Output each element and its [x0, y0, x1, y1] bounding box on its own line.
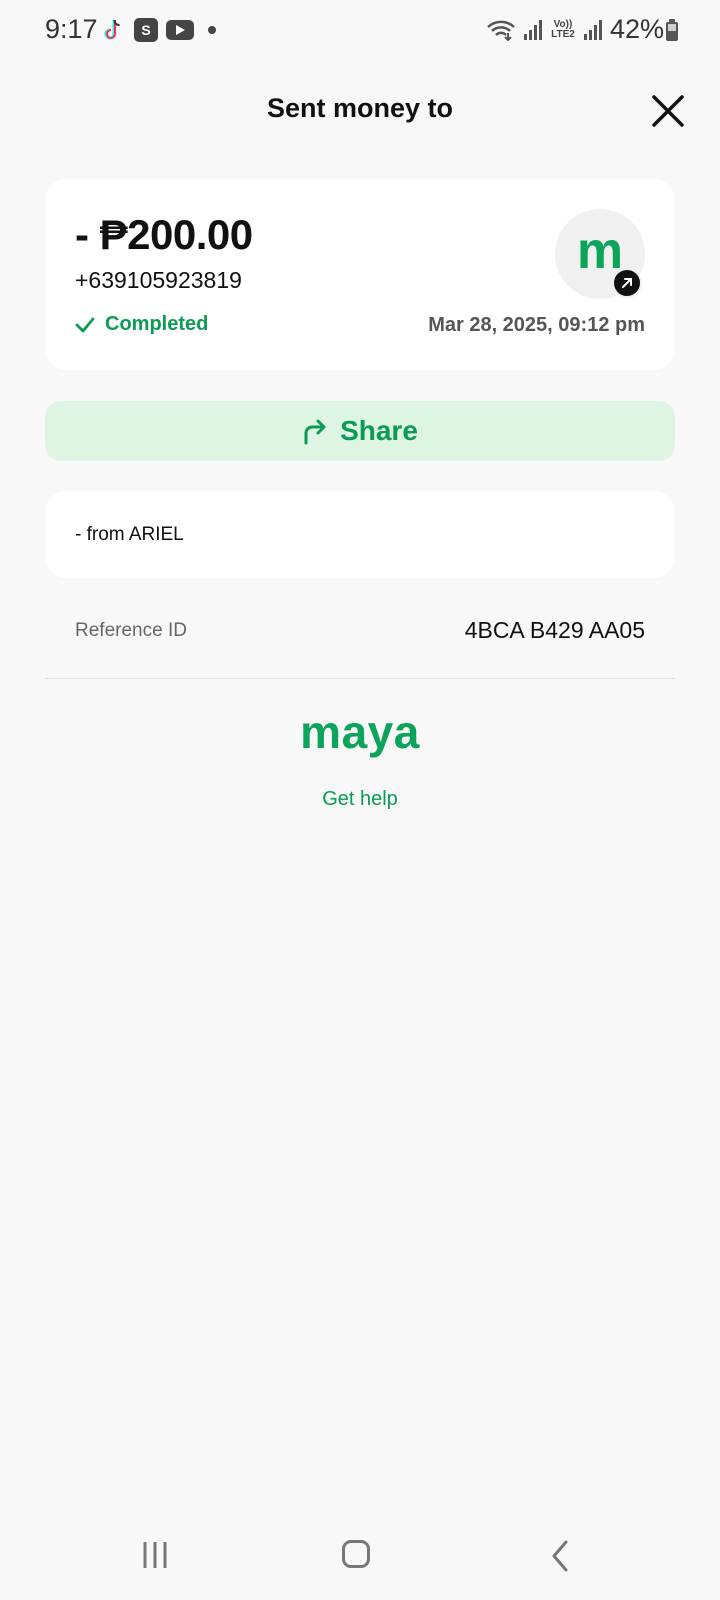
message-card: - from ARIEL	[45, 491, 675, 578]
get-help-link[interactable]: Get help	[0, 788, 720, 811]
status-right: Vo)) LTE2 42%	[486, 14, 664, 45]
transaction-datetime: Mar 28, 2025, 09:12 pm	[428, 314, 645, 336]
status-bar: 9:17 S Vo)) LTE2 42%	[0, 0, 720, 64]
amount: - ₱200.00	[75, 211, 253, 258]
more-notifications-dot	[208, 26, 216, 34]
avatar: m	[555, 209, 645, 299]
status-badge: Completed	[75, 313, 208, 336]
reference-value: 4BCA B429 AA05	[464, 617, 645, 643]
reference-label: Reference ID	[75, 620, 187, 641]
message-text: - from ARIEL	[75, 524, 184, 545]
share-icon	[304, 419, 326, 445]
share-button[interactable]: Share	[45, 401, 675, 461]
recipient-number: +639105923819	[75, 267, 242, 293]
transaction-card: - ₱200.00 +639105923819 Completed Mar 28…	[45, 179, 675, 370]
maya-logo: maya	[300, 706, 420, 758]
page-title: Sent money to	[266, 93, 454, 123]
status-time: 9:17	[45, 14, 98, 44]
notification-icons: S	[102, 18, 216, 42]
battery-percent: 42%	[609, 14, 664, 44]
tiktok-icon	[102, 18, 126, 42]
send-arrow-icon	[612, 268, 642, 298]
signal-icon	[523, 19, 542, 40]
divider	[45, 678, 675, 679]
check-icon	[75, 317, 95, 332]
home-icon[interactable]	[342, 1540, 370, 1568]
status-text: Completed	[105, 313, 209, 335]
share-label: Share	[340, 415, 418, 446]
battery-icon	[666, 19, 678, 41]
wifi-icon	[487, 20, 515, 41]
shopee-icon: S	[134, 18, 158, 42]
close-icon[interactable]	[650, 93, 686, 129]
system-nav-bar	[0, 1520, 720, 1590]
back-icon[interactable]	[550, 1540, 570, 1572]
youtube-icon	[166, 20, 194, 40]
recent-apps-icon[interactable]	[140, 1540, 170, 1570]
network-label: Vo)) LTE2	[551, 18, 575, 40]
signal-icon-2	[583, 19, 602, 40]
